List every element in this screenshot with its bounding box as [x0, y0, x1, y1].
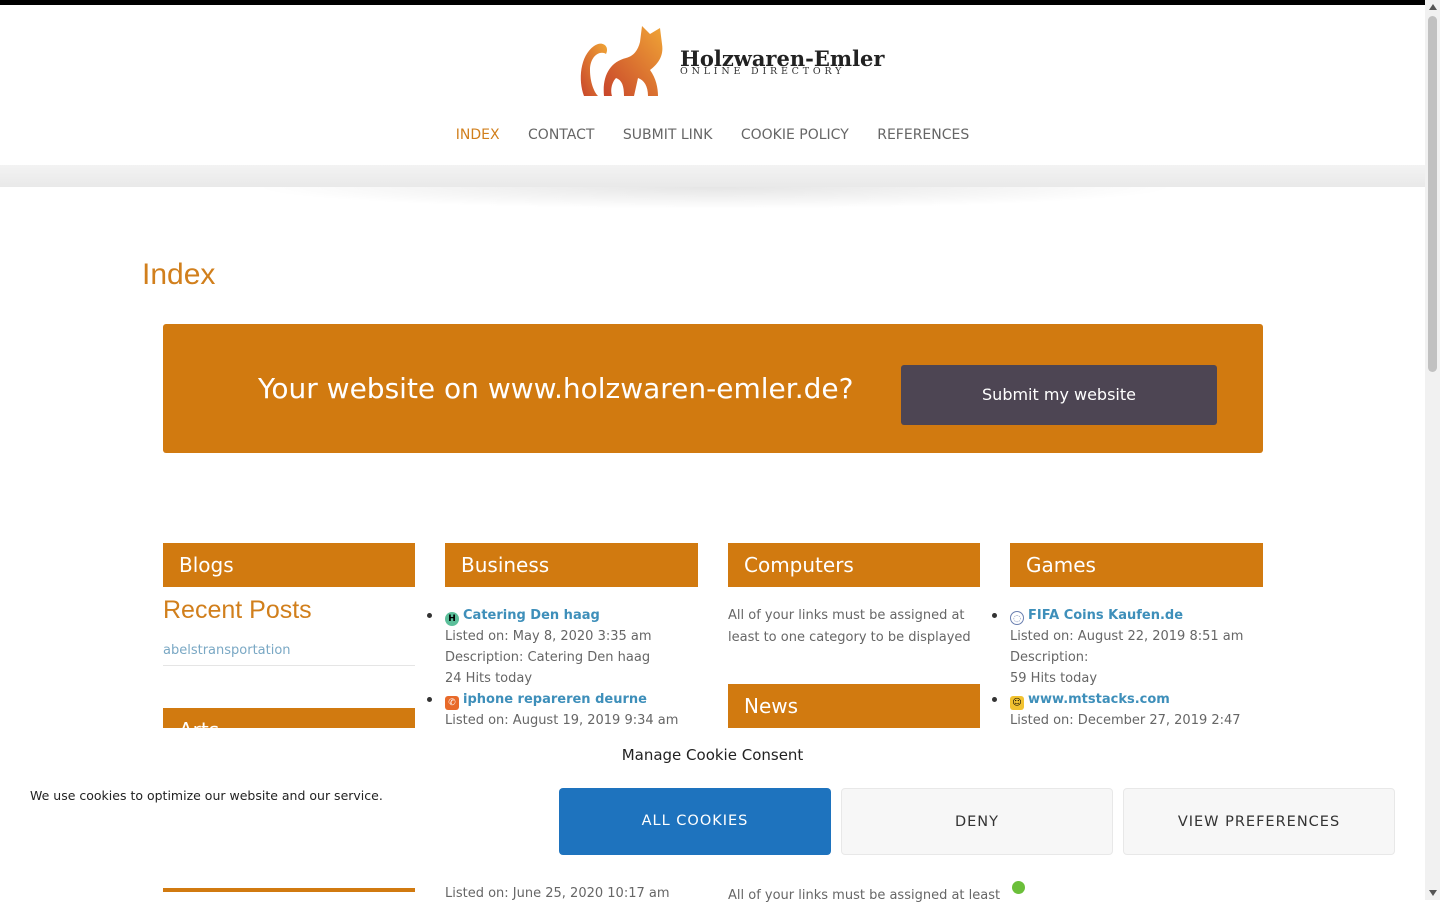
cookie-message: We use cookies to optimize our website a…: [30, 788, 383, 803]
recent-post-link[interactable]: abelstransportation: [163, 643, 415, 666]
listing-date: Listed on: June 25, 2020 10:17 am: [445, 886, 670, 901]
deny-cookies-button[interactable]: DENY: [841, 788, 1113, 855]
listing-description: Description:: [1010, 650, 1089, 665]
site-tagline: ONLINE DIRECTORY: [680, 66, 846, 77]
cat-logo-icon: [580, 26, 663, 96]
main-nav: INDEX CONTACT SUBMIT LINK COOKIE POLICY …: [0, 127, 1425, 143]
nav-item-index[interactable]: INDEX: [456, 127, 500, 143]
globe-icon: ◌: [1010, 611, 1024, 625]
empty-category-note: All of your links must be assigned at le…: [728, 608, 971, 645]
scroll-up-icon[interactable]: [1429, 4, 1437, 10]
category-header-arts[interactable]: Arts: [163, 708, 415, 728]
category-header-games[interactable]: Games: [1010, 543, 1263, 587]
recent-posts-heading: Recent Posts: [163, 596, 312, 624]
listing-hits: 24 Hits today: [445, 671, 533, 686]
submit-cta-banner: Your website on www.holzwaren-emler.de? …: [163, 324, 1263, 453]
cta-text: Your website on www.holzwaren-emler.de?: [258, 372, 854, 405]
view-preferences-button[interactable]: VIEW PREFERENCES: [1123, 788, 1395, 855]
scroll-down-icon[interactable]: [1429, 890, 1437, 896]
site-logo[interactable]: Holzwaren-Emler ONLINE DIRECTORY: [576, 20, 884, 102]
empty-category-note: All of your links must be assigned at le…: [728, 888, 1001, 903]
listing-title[interactable]: ☺ www.mtstacks.com: [992, 689, 1263, 710]
listing-description: Description: Catering Den haag: [445, 650, 651, 665]
mask-icon: ☺: [1010, 696, 1024, 710]
listing-date: Listed on: August 22, 2019 8:51 am: [1010, 629, 1244, 644]
top-border: [0, 0, 1425, 5]
favicon-icon: [1012, 881, 1025, 894]
header-band: [0, 165, 1425, 187]
listing-title[interactable]: ✆ iphone repareren deurne: [427, 689, 698, 710]
category-footer-bar: [163, 888, 415, 892]
nav-item-references[interactable]: REFERENCES: [877, 127, 969, 143]
listing-date: Listed on: May 8, 2020 3:35 am: [445, 629, 652, 644]
category-header-blogs[interactable]: Blogs: [163, 543, 415, 587]
nav-item-contact[interactable]: CONTACT: [528, 127, 594, 143]
page-scrollbar[interactable]: [1425, 0, 1440, 900]
category-header-news[interactable]: News: [728, 684, 980, 728]
category-header-computers[interactable]: Computers: [728, 543, 980, 587]
favicon-h-icon: H: [445, 612, 459, 626]
accept-all-cookies-button[interactable]: ALL COOKIES: [559, 788, 831, 855]
phone-icon: ✆: [445, 696, 459, 710]
cookie-title: Manage Cookie Consent: [621, 746, 804, 764]
page-title: Index: [142, 258, 216, 291]
listing-hits: 59 Hits today: [1010, 671, 1098, 686]
submit-website-button[interactable]: Submit my website: [901, 365, 1217, 425]
list-item: H Catering Den haag Listed on: May 8, 202…: [427, 605, 698, 731]
nav-item-submit-link[interactable]: SUBMIT LINK: [623, 127, 713, 143]
category-header-business[interactable]: Business: [445, 543, 698, 587]
listing-title[interactable]: ◌ FIFA Coins Kaufen.de: [992, 605, 1263, 626]
nav-item-cookie-policy[interactable]: COOKIE POLICY: [741, 127, 849, 143]
scroll-thumb[interactable]: [1428, 16, 1437, 372]
listing-title[interactable]: H Catering Den haag: [427, 605, 698, 626]
header-shadow: [250, 187, 1180, 209]
